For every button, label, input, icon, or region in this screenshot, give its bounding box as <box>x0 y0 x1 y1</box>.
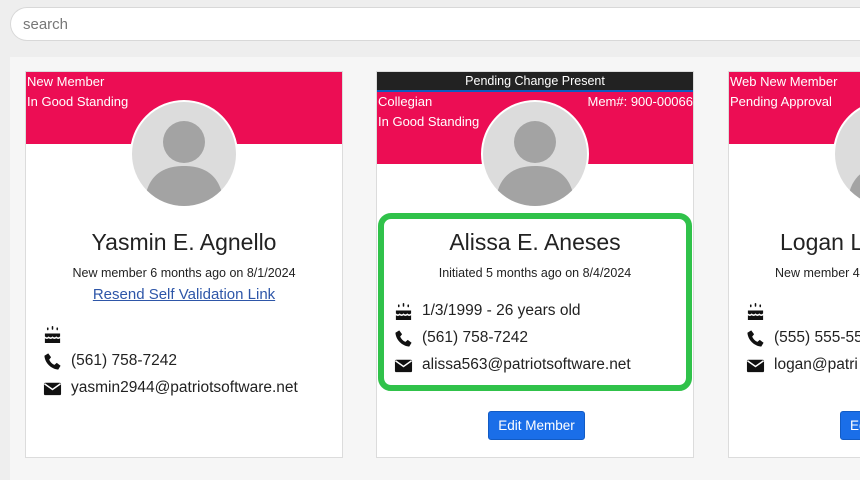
birthday-row <box>746 300 774 322</box>
phone-icon <box>394 328 416 348</box>
member-type: Web New Member <box>730 74 838 89</box>
member-name: Yasmin E. Agnello <box>91 229 277 255</box>
phone-text: (561) 758-7242 <box>422 329 528 346</box>
phone-text: (555) 555-55 <box>774 329 860 346</box>
phone-row: (561) 758-7242 <box>394 327 528 349</box>
member-status: Web New Member Pending Approval <box>730 72 837 111</box>
edit-member-button[interactable]: Ed <box>840 411 860 440</box>
phone-icon <box>43 351 65 371</box>
member-standing: Pending Approval <box>730 93 832 109</box>
initiated-text: Initiated 5 months ago on 8/4/2024 <box>438 266 632 280</box>
member-since-text: New member 4 <box>775 266 860 280</box>
phone-text: (561) 758-7242 <box>71 352 177 369</box>
email-row: logan@patri <box>746 354 858 376</box>
member-cards-area: New Member In Good Standing Yasmin E. Ag… <box>10 57 860 480</box>
email-row: alissa563@patriotsoftware.net <box>394 354 631 376</box>
birthday-row <box>43 323 71 345</box>
edit-member-button[interactable]: Edit Member <box>488 411 585 440</box>
member-number: Mem#: 900-00066 <box>587 94 693 109</box>
pending-change-banner: Pending Change Present <box>377 72 693 90</box>
birthday-cake-icon <box>746 301 768 321</box>
member-name: Logan L <box>780 229 860 255</box>
email-text: alissa563@patriotsoftware.net <box>422 356 631 373</box>
member-card: Web New Member Pending Approval Logan L … <box>728 71 860 458</box>
birthday-cake-icon <box>394 301 416 321</box>
phone-row: (561) 758-7242 <box>43 350 177 372</box>
member-name: Alissa E. Aneses <box>449 229 621 255</box>
avatar <box>130 100 238 208</box>
phone-icon <box>746 328 768 348</box>
envelope-icon <box>43 378 65 398</box>
member-status: New Member In Good Standing <box>27 72 128 111</box>
member-card: New Member In Good Standing Yasmin E. Ag… <box>25 71 343 458</box>
birthday-text: 1/3/1999 - 26 years old <box>422 302 581 319</box>
resend-validation-link[interactable]: Resend Self Validation Link <box>26 286 342 303</box>
email-text: yasmin2944@patriotsoftware.net <box>71 379 298 396</box>
member-type: New Member <box>27 74 105 89</box>
member-standing: In Good Standing <box>378 113 480 129</box>
member-card: Pending Change Present Collegian In Good… <box>376 71 694 458</box>
email-row: yasmin2944@patriotsoftware.net <box>43 377 298 399</box>
email-text: logan@patri <box>774 356 858 373</box>
envelope-icon <box>746 355 768 375</box>
member-type: Collegian <box>378 94 433 109</box>
member-standing: In Good Standing <box>27 93 129 109</box>
birthday-cake-icon <box>43 324 65 344</box>
birthday-row: 1/3/1999 - 26 years old <box>394 300 581 322</box>
avatar <box>481 100 589 208</box>
envelope-icon <box>394 355 416 375</box>
member-since-text: New member 6 months ago on 8/1/2024 <box>72 266 296 280</box>
search-bar <box>0 0 860 50</box>
search-input[interactable] <box>10 7 860 41</box>
member-status: Collegian In Good Standing <box>378 92 479 131</box>
avatar <box>833 100 860 208</box>
phone-row: (555) 555-55 <box>746 327 860 349</box>
